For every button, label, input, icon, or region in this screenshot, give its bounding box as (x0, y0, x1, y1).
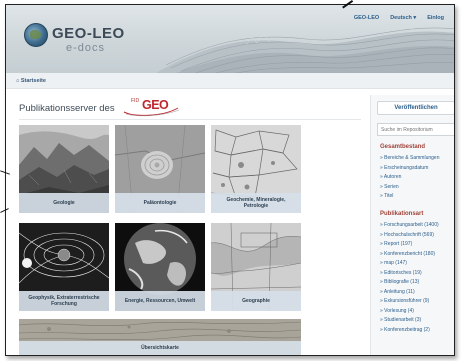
browse-link-serien[interactable]: Serien (380, 183, 439, 193)
page-title: Publikationsserver des (19, 103, 115, 114)
title-divider (19, 119, 361, 120)
nav-geo-leo-link[interactable]: GEO-LEO (354, 15, 379, 21)
tile-geologie[interactable]: Geologie (19, 125, 109, 213)
facet-link[interactable]: Vorlesung (4) (380, 307, 439, 317)
facet-link[interactable]: Hochschulschrift (569) (380, 231, 439, 241)
browse-link-autoren[interactable]: Autoren (380, 173, 439, 183)
site-header: GEO-LEO e-docs GEO-LEO Deutsch ▾ Einlog (6, 5, 454, 73)
tile-uebersichtskarte[interactable]: Übersichtskarte (19, 319, 301, 355)
facet-link[interactable]: Konferenzbeitrag (2) (380, 326, 439, 336)
facet-link[interactable]: Konferenzbericht (180) (380, 250, 439, 260)
facet-link[interactable]: Report (197) (380, 240, 439, 250)
tile-palaeontologie[interactable]: Paläontologie (115, 125, 205, 213)
tile-geophysik[interactable]: Geophysik, Extraterrestrische Forschung (19, 223, 109, 311)
tile-label-geochemie: Geochemie, Mineralogie, Petrologie (211, 193, 301, 213)
tile-geographie[interactable]: Geographie (211, 223, 301, 311)
browse-link-bereiche[interactable]: Bereiche & Sammlungen (380, 154, 439, 164)
browser-screenshot: GEO-LEO e-docs GEO-LEO Deutsch ▾ Einlog … (5, 4, 455, 356)
gesamtbestand-list: Bereiche & Sammlungen Erscheinungsdatum … (380, 154, 440, 202)
facet-link[interactable]: Bibliografie (13) (380, 278, 439, 288)
tile-label-geologie: Geologie (19, 193, 109, 213)
top-navigation: GEO-LEO Deutsch ▾ Einlog (354, 15, 444, 21)
section-heading-publikationsart: Publikationsart (380, 211, 424, 217)
tile-energie[interactable]: Energie, Ressourcen, Umwelt (115, 223, 205, 311)
facet-link[interactable]: Anleitung (11) (380, 288, 439, 298)
tile-label-geographie: Geographie (211, 291, 301, 311)
repository-search-input[interactable] (377, 123, 454, 136)
home-icon: ⌂ (16, 78, 20, 84)
publish-button[interactable]: Veröffentlichen (377, 101, 454, 115)
site-logo-subtitle: e-docs (66, 42, 106, 54)
tile-label-uebersichtskarte: Übersichtskarte (19, 341, 301, 355)
globe-logo-icon[interactable] (24, 23, 48, 47)
sidebar: Veröffentlichen Gesamtbestand Bereiche &… (370, 95, 454, 355)
fid-logo-geo-text: GEO (142, 98, 169, 112)
fid-logo-small-text: FID (131, 98, 140, 104)
facet-link[interactable]: map (147) (380, 259, 439, 269)
browse-link-erscheinungsdatum[interactable]: Erscheinungsdatum (380, 164, 439, 174)
facet-link[interactable]: Studienarbeit (3) (380, 316, 439, 326)
tile-label-energie: Energie, Ressourcen, Umwelt (115, 291, 205, 311)
publikationsart-list: Forschungsarbeit (1400) Hochschulschrift… (380, 221, 439, 335)
breadcrumb: ⌂ Startseite (6, 73, 454, 89)
facet-link[interactable]: Editorisches (19) (380, 269, 439, 279)
tile-label-palaeontologie: Paläontologie (115, 193, 205, 213)
tile-geochemie[interactable]: Geochemie, Mineralogie, Petrologie (211, 125, 301, 213)
login-link[interactable]: Einlog (427, 15, 444, 21)
facet-link[interactable]: Exkursionsführer (9) (380, 297, 439, 307)
site-logo-title[interactable]: GEO-LEO (52, 25, 125, 42)
breadcrumb-home-link[interactable]: Startseite (21, 78, 46, 84)
facet-link[interactable]: Forschungsarbeit (1400) (380, 221, 438, 231)
browse-link-titel[interactable]: Titel (380, 192, 439, 202)
language-dropdown[interactable]: Deutsch ▾ (390, 15, 416, 21)
tile-label-geophysik: Geophysik, Extraterrestrische Forschung (19, 291, 109, 311)
section-heading-gesamtbestand: Gesamtbestand (380, 144, 426, 150)
